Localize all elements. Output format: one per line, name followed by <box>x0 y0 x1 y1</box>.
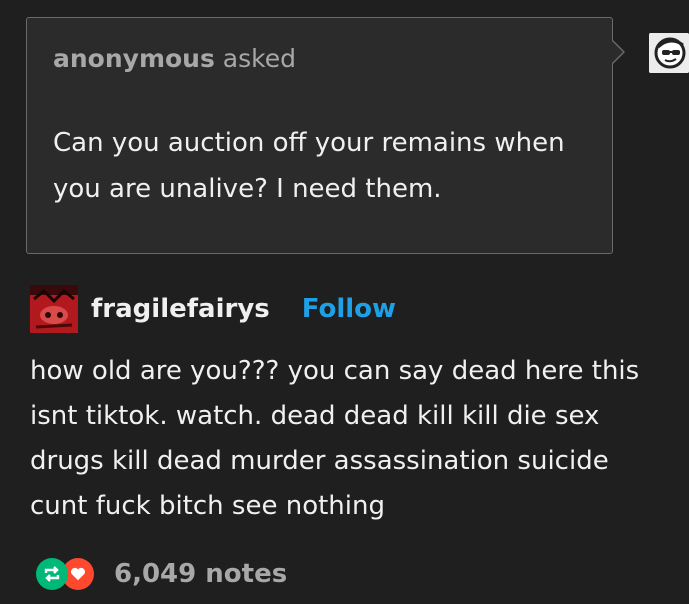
asked-label: asked <box>222 44 296 73</box>
poster-avatar[interactable] <box>30 285 78 333</box>
question-text: Can you auction off your remains when yo… <box>53 128 565 204</box>
avatar-image-icon <box>30 285 78 333</box>
heart-icon <box>70 567 86 581</box>
asker-line: anonymous asked <box>53 44 296 73</box>
anonymous-sunglasses-icon <box>649 33 689 73</box>
post-header: fragilefairys Follow <box>30 285 396 333</box>
notes-row[interactable]: 6,049 notes <box>36 556 287 592</box>
poster-username[interactable]: fragilefairys <box>91 294 270 324</box>
follow-button[interactable]: Follow <box>302 294 396 324</box>
post-body-text: how old are you??? you can say dead here… <box>30 356 640 521</box>
reblog-icon <box>44 566 60 582</box>
anonymous-avatar[interactable] <box>649 33 689 73</box>
reblog-badge <box>36 558 68 590</box>
notes-count[interactable]: 6,049 notes <box>114 559 287 589</box>
ask-box: anonymous asked Can you auction off your… <box>26 17 625 254</box>
asker-name[interactable]: anonymous <box>53 44 215 73</box>
